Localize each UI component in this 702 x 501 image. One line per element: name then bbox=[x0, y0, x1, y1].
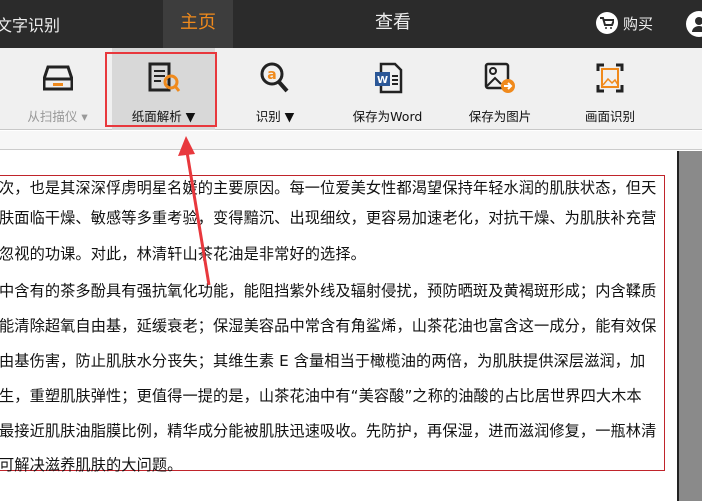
scrollbar[interactable] bbox=[677, 151, 702, 501]
cart-icon bbox=[596, 12, 618, 34]
doc-line: 生，重塑肌肤弹性；更值得一提的是，山茶花油中有“美容酸”之称的油酸的占比居世界四… bbox=[0, 387, 642, 405]
save-word-button[interactable]: W 保存为Word bbox=[340, 48, 435, 130]
tab-home[interactable]: 主页 bbox=[163, 0, 233, 48]
recognize-magnifier-icon: a bbox=[235, 60, 315, 96]
highlight-box bbox=[105, 52, 217, 127]
document-page: 次，也是其深深俘虏明星名媛的主要原因。每一位爱美女性都渴望保持年轻水润的肌肤状态… bbox=[0, 175, 665, 474]
doc-line: 肤面临干燥、敏感等多重考验，变得黯沉、出现细纹，更容易加速老化，对抗干燥、为肌肤… bbox=[0, 209, 657, 227]
save-image-label: 保存为图片 bbox=[468, 109, 532, 124]
doc-line: 忽视的功课。对此，林清轩山茶花油是非常好的选择。 bbox=[0, 245, 366, 263]
app-title: 文字识别 bbox=[0, 16, 61, 35]
screen-capture-icon bbox=[570, 60, 650, 96]
save-image-button[interactable]: 保存为图片 bbox=[455, 48, 545, 130]
scan-label: 从扫描仪 ▾ bbox=[27, 109, 88, 124]
tab-view[interactable]: 查看 bbox=[358, 0, 428, 48]
buy-label: 购买 bbox=[623, 14, 654, 33]
doc-line: 可解决滋养肌肤的大问题。 bbox=[0, 456, 183, 474]
scanner-icon bbox=[15, 60, 100, 96]
doc-line: 中含有的茶多酚具有强抗氧化功能，能阻挡紫外线及辐射侵扰，预防晒斑及黄褐斑形成；内… bbox=[0, 282, 657, 300]
recognize-button[interactable]: a 识别 ▼ bbox=[235, 48, 315, 130]
sub-toolbar-strip bbox=[0, 131, 702, 150]
save-word-label: 保存为Word bbox=[352, 109, 423, 124]
doc-line: 能清除超氧自由基，延缓衰老；保湿美容品中常含有角鲨烯，山茶花油也富含这一成分，能… bbox=[0, 317, 657, 335]
word-file-icon: W bbox=[340, 60, 435, 96]
screen-ocr-button[interactable]: 画面识别 bbox=[570, 48, 650, 130]
svg-text:a: a bbox=[267, 67, 276, 83]
screen-ocr-label: 画面识别 bbox=[584, 109, 635, 124]
recognize-label: 识别 ▼ bbox=[255, 109, 295, 124]
doc-line: 由基伤害，防止肌肤水分丧失；其维生素 E 含量相当于橄榄油的两倍，为肌肤提供深层… bbox=[0, 352, 646, 370]
buy-button[interactable]: 购买 bbox=[596, 12, 653, 34]
user-avatar-icon[interactable] bbox=[686, 11, 702, 37]
doc-line: 最接近肌肤油脂膜比例，精华成分能被肌肤迅速吸收。先防护，再保湿，进而滋润修复，一… bbox=[0, 422, 657, 440]
save-image-icon bbox=[455, 60, 545, 96]
top-bar: 文字识别 主页 查看 购买 bbox=[0, 0, 702, 48]
doc-line: 次，也是其深深俘虏明星名媛的主要原因。每一位爱美女性都渴望保持年轻水润的肌肤状态… bbox=[0, 179, 657, 197]
scan-button[interactable]: 从扫描仪 ▾ bbox=[15, 48, 100, 130]
svg-text:W: W bbox=[376, 75, 387, 86]
